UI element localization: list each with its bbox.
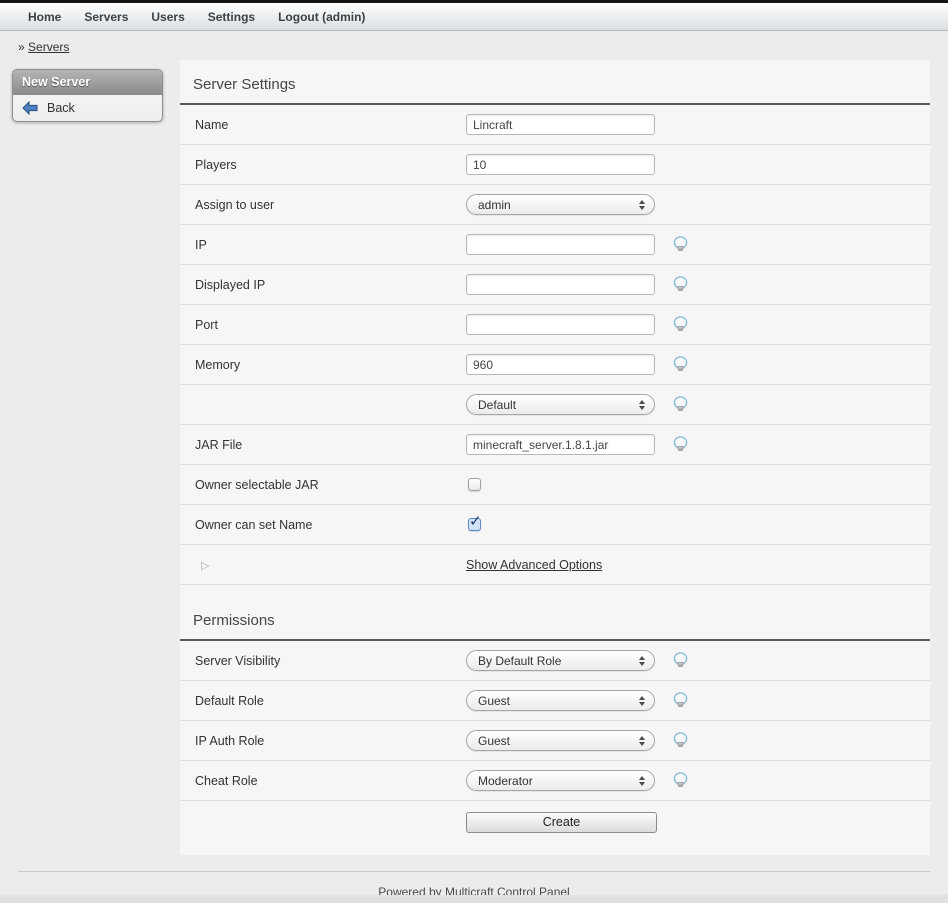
memory-preset-tip-lightbulb-icon[interactable]	[672, 396, 689, 413]
port-label: Port	[195, 318, 466, 332]
owner-selectable-jar-checkbox[interactable]	[468, 478, 481, 491]
ip-auth-role-select[interactable]: Guest	[466, 730, 655, 751]
jar-file-tip-lightbulb-icon[interactable]	[672, 436, 689, 453]
row-ip-auth-role: IP Auth Role Guest	[180, 721, 930, 761]
ip-label: IP	[195, 238, 466, 252]
nav-item-settings[interactable]: Settings	[208, 10, 255, 24]
owner-selectable-jar-label: Owner selectable JAR	[195, 478, 466, 492]
sidebar-panel: New Server Back	[12, 69, 163, 122]
default-role-tip-lightbulb-icon[interactable]	[672, 692, 689, 709]
breadcrumb: » Servers	[0, 31, 948, 60]
select-value: Guest	[478, 694, 510, 708]
server-visibility-label: Server Visibility	[195, 654, 466, 668]
port-input[interactable]	[466, 314, 655, 335]
row-assign-to-user: Assign to user admin	[180, 185, 930, 225]
row-server-visibility: Server Visibility By Default Role	[180, 641, 930, 681]
main-navbar: Home Servers Users Settings Logout (admi…	[0, 3, 948, 31]
owner-can-set-name-label: Owner can set Name	[195, 518, 466, 532]
up-down-arrows-icon	[639, 200, 645, 210]
row-default-role: Default Role Guest	[180, 681, 930, 721]
row-ip: IP	[180, 225, 930, 265]
row-memory-preset: Default	[180, 385, 930, 425]
jar-file-label: JAR File	[195, 438, 466, 452]
bottom-strip	[0, 895, 948, 903]
name-label: Name	[195, 118, 466, 132]
row-name: Name	[180, 105, 930, 145]
name-input[interactable]	[466, 114, 655, 135]
memory-preset-select[interactable]: Default	[466, 394, 655, 415]
create-button[interactable]: Create	[466, 812, 657, 833]
row-memory: Memory	[180, 345, 930, 385]
back-arrow-icon	[22, 101, 38, 115]
ip-auth-role-tip-lightbulb-icon[interactable]	[672, 732, 689, 749]
sidebar-title: New Server	[13, 70, 162, 95]
ip-input[interactable]	[466, 234, 655, 255]
nav-item-logout[interactable]: Logout (admin)	[278, 10, 365, 24]
row-owner-can-set-name: Owner can set Name ✓	[180, 505, 930, 545]
up-down-arrows-icon	[639, 400, 645, 410]
select-value: Moderator	[478, 774, 533, 788]
row-create: Create	[180, 801, 930, 841]
nav-item-home[interactable]: Home	[28, 10, 61, 24]
sidebar-back-button[interactable]: Back	[13, 95, 162, 121]
memory-tip-lightbulb-icon[interactable]	[672, 356, 689, 373]
row-port: Port	[180, 305, 930, 345]
up-down-arrows-icon	[639, 736, 645, 746]
nav-item-users[interactable]: Users	[151, 10, 184, 24]
displayed-ip-input[interactable]	[466, 274, 655, 295]
row-jar-file: JAR File	[180, 425, 930, 465]
select-value: Default	[478, 398, 516, 412]
displayed-ip-tip-lightbulb-icon[interactable]	[672, 276, 689, 293]
permissions-title: Permissions	[180, 585, 930, 639]
row-cheat-role: Cheat Role Moderator	[180, 761, 930, 801]
default-role-label: Default Role	[195, 694, 466, 708]
server-settings-title: Server Settings	[180, 60, 930, 103]
players-input[interactable]	[466, 154, 655, 175]
select-value: By Default Role	[478, 654, 561, 668]
content-column: Server Settings Name Players Assign to u…	[180, 60, 930, 855]
default-role-select[interactable]: Guest	[466, 690, 655, 711]
cheat-role-label: Cheat Role	[195, 774, 466, 788]
players-label: Players	[195, 158, 466, 172]
row-displayed-ip: Displayed IP	[180, 265, 930, 305]
row-advanced-options: ▷ Show Advanced Options	[180, 545, 930, 585]
cheat-role-select[interactable]: Moderator	[466, 770, 655, 791]
up-down-arrows-icon	[639, 776, 645, 786]
up-down-arrows-icon	[639, 696, 645, 706]
assign-to-user-select[interactable]: admin	[466, 194, 655, 215]
breadcrumb-servers-link[interactable]: Servers	[28, 40, 69, 54]
breadcrumb-marker: »	[18, 40, 25, 54]
select-value: admin	[478, 198, 511, 212]
server-visibility-select[interactable]: By Default Role	[466, 650, 655, 671]
memory-label: Memory	[195, 358, 466, 372]
memory-input[interactable]	[466, 354, 655, 375]
show-advanced-options-link[interactable]: Show Advanced Options	[466, 558, 602, 572]
nav-item-servers[interactable]: Servers	[84, 10, 128, 24]
expand-triangle-icon[interactable]: ▷	[201, 560, 209, 572]
cheat-role-tip-lightbulb-icon[interactable]	[672, 772, 689, 789]
up-down-arrows-icon	[639, 656, 645, 666]
assign-to-user-label: Assign to user	[195, 198, 466, 212]
row-owner-selectable-jar: Owner selectable JAR	[180, 465, 930, 505]
sidebar-back-label: Back	[47, 101, 75, 115]
ip-auth-role-label: IP Auth Role	[195, 734, 466, 748]
owner-can-set-name-checkbox[interactable]: ✓	[468, 518, 481, 531]
main-area: New Server Back Server Settings Name Pla…	[0, 60, 948, 855]
checkmark-icon: ✓	[469, 512, 482, 530]
select-value: Guest	[478, 734, 510, 748]
jar-file-input[interactable]	[466, 434, 655, 455]
displayed-ip-label: Displayed IP	[195, 278, 466, 292]
server-visibility-tip-lightbulb-icon[interactable]	[672, 652, 689, 669]
ip-tip-lightbulb-icon[interactable]	[672, 236, 689, 253]
port-tip-lightbulb-icon[interactable]	[672, 316, 689, 333]
row-players: Players	[180, 145, 930, 185]
